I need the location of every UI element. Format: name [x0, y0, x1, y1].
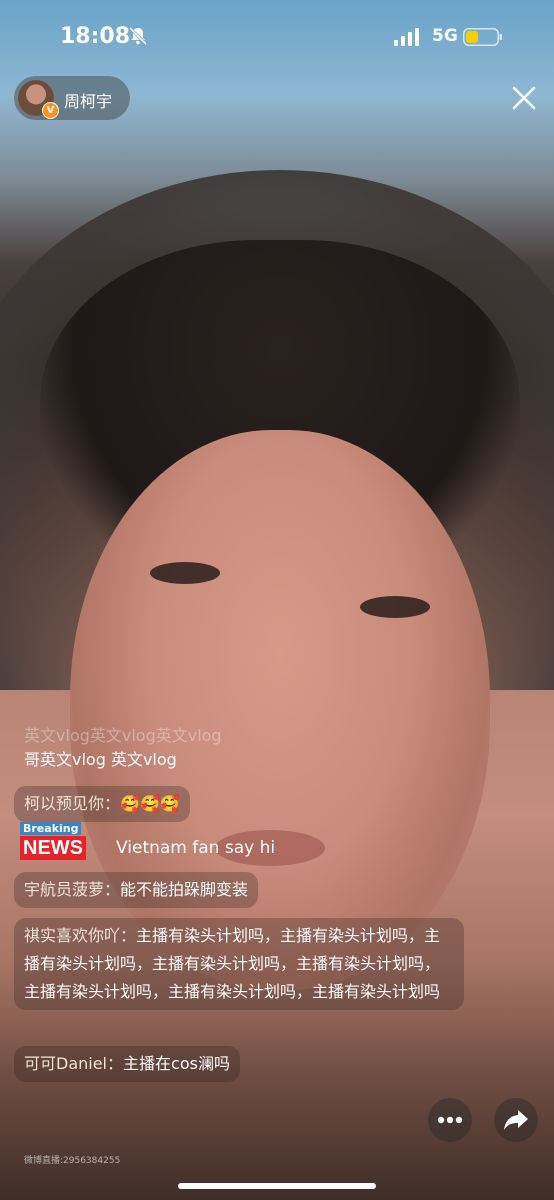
- comment-item: 宇航员菠萝：能不能拍跺脚变装: [14, 872, 259, 908]
- more-button[interactable]: [428, 1098, 472, 1142]
- more-icon: [437, 1116, 463, 1124]
- bell-slash-icon: [128, 26, 148, 46]
- comment-username[interactable]: 柯以预见你：: [24, 794, 120, 813]
- comment-username[interactable]: 宇航员菠萝：: [24, 880, 120, 899]
- status-time: 18:08: [60, 24, 131, 49]
- close-icon[interactable]: [510, 84, 538, 112]
- comment-text: 能不能拍跺脚变装: [120, 880, 249, 899]
- battery-icon: [463, 28, 502, 46]
- home-indicator[interactable]: [178, 1183, 376, 1189]
- status-bar: 18:08 5G: [0, 0, 554, 76]
- comment-text: Vietnam fan say hi: [116, 838, 276, 858]
- live-stream-screen: 18:08 5G V 周柯宇 英文vlog英文vlog英文vlog 哥英文vlo…: [0, 0, 554, 1200]
- video-eye-right: [360, 596, 430, 618]
- network-type: 5G: [432, 26, 458, 46]
- host-profile-pill[interactable]: V 周柯宇: [14, 76, 130, 120]
- host-name: 周柯宇: [64, 92, 113, 111]
- comment-username[interactable]: 可可Daniel：: [24, 1054, 123, 1073]
- comment-text: 主播在cos澜吗: [123, 1054, 230, 1073]
- verified-badge: V: [42, 102, 59, 119]
- comment-text: 🥰🥰🥰: [120, 794, 180, 813]
- comment-text: 哥英文vlog 英文vlog: [24, 750, 177, 769]
- breaking-badge: Breaking: [20, 822, 82, 835]
- share-button[interactable]: [494, 1098, 538, 1142]
- comment-item: 可可Daniel：主播在cos澜吗: [14, 1046, 240, 1082]
- comment-item: 柯以预见你：🥰🥰🥰: [14, 786, 190, 822]
- signal-icon: [394, 28, 419, 46]
- share-icon: [504, 1110, 528, 1130]
- comment-username[interactable]: 祺实喜欢你吖：: [24, 926, 136, 945]
- weibo-watermark: 微博直播:2956384255: [24, 1156, 121, 1166]
- video-eye-left: [150, 562, 220, 584]
- comment-item: 祺实喜欢你吖：主播有染头计划吗，主播有染头计划吗，主播有染头计划吗，主播有染头计…: [14, 918, 464, 1010]
- news-badge: NEWS: [20, 836, 86, 860]
- comment-item: 哥英文vlog 英文vlog: [14, 742, 187, 778]
